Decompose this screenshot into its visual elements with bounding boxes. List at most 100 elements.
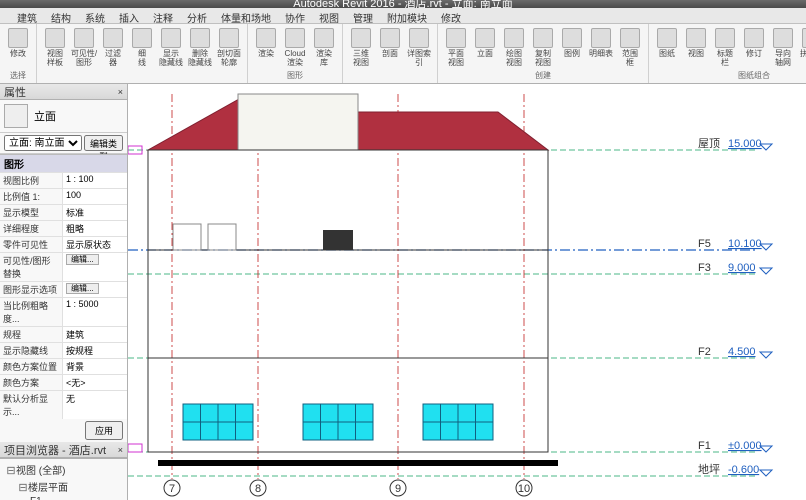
type-selector-label: 立面 xyxy=(34,108,56,124)
apply-button[interactable]: 应用 xyxy=(85,421,123,440)
show-hidden-button[interactable]: 显示隐藏线 xyxy=(157,26,185,81)
modify-icon xyxy=(8,28,28,48)
cloud-button[interactable]: Cloud渲染 xyxy=(281,26,309,71)
legend-button[interactable]: 图例 xyxy=(558,26,586,71)
remove-hidden-button[interactable]: 删除隐藏线 xyxy=(186,26,214,81)
cloud-label: Cloud渲染 xyxy=(285,49,306,67)
svg-text:F3: F3 xyxy=(698,262,711,274)
schedule-button[interactable]: 明细表 xyxy=(587,26,615,71)
drawing-canvas[interactable]: 屋顶15.000F510.100F39.000F24.500F1±0.000地坪… xyxy=(128,84,806,500)
match-label: 拼接线 xyxy=(800,49,806,58)
prop-value[interactable]: 显示原状态 xyxy=(62,237,127,252)
svg-text:9.000: 9.000 xyxy=(728,262,756,274)
prop-value[interactable]: 粗略 xyxy=(62,221,127,236)
prop-value[interactable]: 按规程 xyxy=(62,343,127,358)
guide-icon xyxy=(773,28,793,48)
menu-3[interactable]: 插入 xyxy=(112,8,146,23)
properties-close-icon[interactable]: × xyxy=(118,87,123,97)
visibility-button[interactable]: 可见性/图形 xyxy=(70,26,98,81)
ribbon-group-label: 创建 xyxy=(442,71,644,81)
thin-lines-button[interactable]: 细线 xyxy=(128,26,156,81)
callout-label: 详图索引 xyxy=(405,49,433,67)
prop-row: 默认分析显示...无 xyxy=(0,390,127,419)
prop-value[interactable]: 背景 xyxy=(62,359,127,374)
3d-button[interactable]: 三维视图 xyxy=(347,26,375,81)
scope-button[interactable]: 范围框 xyxy=(616,26,644,71)
legend-icon xyxy=(562,28,582,48)
prop-value[interactable]: 建筑 xyxy=(62,327,127,342)
prop-row: 当比例粗略度...1 : 5000 xyxy=(0,297,127,326)
menu-0[interactable]: 建筑 xyxy=(10,8,44,23)
edit-type-button[interactable]: 编辑类型 xyxy=(84,135,123,151)
menu-5[interactable]: 分析 xyxy=(180,8,214,23)
drafting-button[interactable]: 绘图视图 xyxy=(500,26,528,71)
prop-row: 视图比例1 : 100 xyxy=(0,172,127,188)
menu-1[interactable]: 结构 xyxy=(44,8,78,23)
filter-button[interactable]: 过滤器 xyxy=(99,26,127,81)
menu-11[interactable]: 修改 xyxy=(434,8,468,23)
filter-icon xyxy=(103,28,123,48)
view-template-button[interactable]: 视图样板 xyxy=(41,26,69,81)
type-selector[interactable]: 立面 xyxy=(0,100,127,133)
prop-value[interactable]: 标准 xyxy=(62,205,127,220)
menu-10[interactable]: 附加模块 xyxy=(380,8,434,23)
plan-button[interactable]: 平面视图 xyxy=(442,26,470,71)
thin-lines-label: 细线 xyxy=(138,49,146,67)
title-button[interactable]: 标题栏 xyxy=(711,26,739,71)
modify-button[interactable]: 修改 xyxy=(4,26,32,71)
guide-button[interactable]: 导向轴网 xyxy=(769,26,797,71)
prop-value[interactable]: 无 xyxy=(62,391,127,419)
prop-category[interactable]: 图形 xyxy=(0,154,127,172)
instance-dropdown[interactable]: 立面: 南立面 xyxy=(4,135,82,151)
prop-key: 图形显示选项 xyxy=(0,282,62,297)
view-button[interactable]: 视图 xyxy=(682,26,710,71)
svg-text:4.500: 4.500 xyxy=(728,346,756,358)
prop-value[interactable]: 编辑... xyxy=(62,253,127,281)
title-bar: Autodesk Revit 2016 - 酒店.rvt - 立面: 南立面 xyxy=(0,0,806,8)
elevation-button[interactable]: 立面 xyxy=(471,26,499,71)
rev-icon xyxy=(744,28,764,48)
prop-value[interactable]: <无> xyxy=(62,375,127,390)
svg-text:7: 7 xyxy=(169,483,175,495)
tree-node[interactable]: ⊟楼层平面 xyxy=(14,478,125,495)
menu-9[interactable]: 管理 xyxy=(346,8,380,23)
cut-profile-button[interactable]: 剖切面轮廓 xyxy=(215,26,243,81)
match-button[interactable]: 拼接线 xyxy=(798,26,806,71)
prop-row: 零件可见性显示原状态 xyxy=(0,236,127,252)
drafting-label: 绘图视图 xyxy=(506,49,522,67)
sheet-button[interactable]: 图纸 xyxy=(653,26,681,71)
gallery-button[interactable]: 渲染库 xyxy=(310,26,338,71)
menu-bar: 建筑结构系统插入注释分析体量和场地协作视图管理附加模块修改 xyxy=(0,8,806,24)
menu-7[interactable]: 协作 xyxy=(278,8,312,23)
menu-8[interactable]: 视图 xyxy=(312,8,346,23)
scope-label: 范围框 xyxy=(622,49,638,67)
svg-text:10: 10 xyxy=(518,483,530,495)
tree-leaf[interactable]: F1 xyxy=(26,495,125,500)
callout-button[interactable]: 详图索引 xyxy=(405,26,433,81)
prop-row: 颜色方案<无> xyxy=(0,374,127,390)
menu-6[interactable]: 体量和场地 xyxy=(214,8,278,23)
menu-2[interactable]: 系统 xyxy=(78,8,112,23)
prop-row: 颜色方案位置背景 xyxy=(0,358,127,374)
prop-value[interactable]: 编辑... xyxy=(62,282,127,297)
svg-text:9: 9 xyxy=(395,483,401,495)
duplicate-icon xyxy=(533,28,553,48)
twisty-icon[interactable]: ⊟ xyxy=(6,464,16,477)
twisty-icon[interactable]: ⊟ xyxy=(18,481,28,494)
prop-edit-button[interactable]: 编辑... xyxy=(66,283,99,294)
render-button[interactable]: 渲染 xyxy=(252,26,280,71)
section-button[interactable]: 剖面 xyxy=(376,26,404,81)
duplicate-button[interactable]: 复制视图 xyxy=(529,26,557,71)
ribbon-group-label: 图纸组合 xyxy=(653,71,806,81)
rev-button[interactable]: 修订 xyxy=(740,26,768,71)
prop-edit-button[interactable]: 编辑... xyxy=(66,254,99,265)
prop-value[interactable]: 100 xyxy=(62,189,127,204)
menu-4[interactable]: 注释 xyxy=(146,8,180,23)
prop-value[interactable]: 1 : 100 xyxy=(62,173,127,188)
prop-value[interactable]: 1 : 5000 xyxy=(62,298,127,326)
browser-close-icon[interactable]: × xyxy=(118,445,123,455)
cut-profile-label: 剖切面轮廓 xyxy=(217,49,241,67)
title-label: 标题栏 xyxy=(717,49,733,67)
tree-root[interactable]: ⊟视图 (全部) xyxy=(2,461,125,478)
svg-text:8: 8 xyxy=(255,483,261,495)
